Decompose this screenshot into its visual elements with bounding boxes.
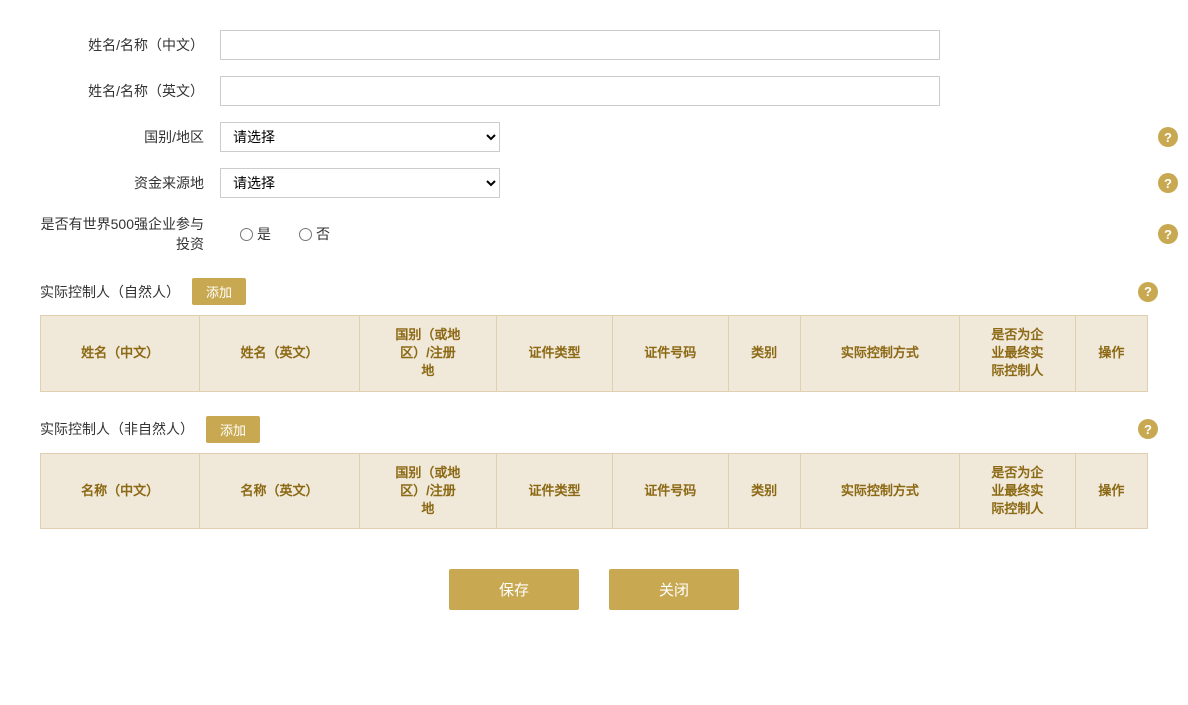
col2-name-cn: 名称（中文） <box>41 453 200 529</box>
non-natural-person-table-header-row: 名称（中文） 名称（英文） 国别（或地区）/注册地 证件类型 证件号码 类别 实… <box>41 453 1148 529</box>
col2-operation: 操作 <box>1075 453 1147 529</box>
non-natural-person-table: 名称（中文） 名称（英文） 国别（或地区）/注册地 证件类型 证件号码 类别 实… <box>40 453 1148 530</box>
bottom-buttons: 保存 关闭 <box>40 569 1148 610</box>
radio-no-label[interactable]: 否 <box>299 224 330 244</box>
col-name-cn: 姓名（中文） <box>41 316 200 392</box>
natural-person-table: 姓名（中文） 姓名（英文） 国别（或地区）/注册地 证件类型 证件号码 类别 实… <box>40 315 1148 392</box>
close-button[interactable]: 关闭 <box>609 569 739 610</box>
radio-yes[interactable] <box>240 228 253 241</box>
non-natural-person-section: 实际控制人（非自然人） 添加 ? 名称（中文） 名称（英文） 国别（或地区）/注… <box>40 416 1148 530</box>
col2-control-method: 实际控制方式 <box>800 453 959 529</box>
non-natural-person-add-button[interactable]: 添加 <box>206 416 260 443</box>
save-button[interactable]: 保存 <box>449 569 579 610</box>
form-container: 姓名/名称（中文） 姓名/名称（英文） 国别/地区 请选择 ? 资金来源地 请选… <box>40 30 1148 610</box>
col2-name-en: 名称（英文） <box>200 453 359 529</box>
natural-person-section: 实际控制人（自然人） 添加 ? 姓名（中文） 姓名（英文） 国别（或地区）/注册… <box>40 278 1148 392</box>
natural-person-title: 实际控制人（自然人） <box>40 282 180 302</box>
name-cn-label: 姓名/名称（中文） <box>40 35 220 55</box>
natural-person-table-header-row: 姓名（中文） 姓名（英文） 国别（或地区）/注册地 证件类型 证件号码 类别 实… <box>41 316 1148 392</box>
col2-cert-type: 证件类型 <box>497 453 613 529</box>
fortune500-label: 是否有世界500强企业参与投资 <box>40 214 220 254</box>
fund-source-help-icon[interactable]: ? <box>1158 173 1178 193</box>
non-natural-person-header: 实际控制人（非自然人） 添加 ? <box>40 416 1148 443</box>
fortune500-help-icon[interactable]: ? <box>1158 224 1178 244</box>
col-operation: 操作 <box>1075 316 1147 392</box>
non-natural-person-title: 实际控制人（非自然人） <box>40 419 194 439</box>
country-label: 国别/地区 <box>40 127 220 147</box>
country-row: 国别/地区 请选择 ? <box>40 122 1148 152</box>
col2-country: 国别（或地区）/注册地 <box>359 453 497 529</box>
col-final-controller: 是否为企业最终实际控制人 <box>960 316 1076 392</box>
fund-source-label: 资金来源地 <box>40 173 220 193</box>
col-cert-type: 证件类型 <box>497 316 613 392</box>
fortune500-row: 是否有世界500强企业参与投资 是 否 ? <box>40 214 1148 254</box>
natural-person-header: 实际控制人（自然人） 添加 ? <box>40 278 1148 305</box>
country-help-icon[interactable]: ? <box>1158 127 1178 147</box>
col2-cert-no: 证件号码 <box>612 453 728 529</box>
name-en-label: 姓名/名称（英文） <box>40 81 220 101</box>
fund-source-row: 资金来源地 请选择 ? <box>40 168 1148 198</box>
radio-yes-text: 是 <box>257 224 271 244</box>
radio-yes-label[interactable]: 是 <box>240 224 271 244</box>
non-natural-person-help-icon[interactable]: ? <box>1138 419 1158 439</box>
name-en-input[interactable] <box>220 76 940 106</box>
basic-info-section: 姓名/名称（中文） 姓名/名称（英文） 国别/地区 请选择 ? 资金来源地 请选… <box>40 30 1148 254</box>
natural-person-help-icon[interactable]: ? <box>1138 282 1158 302</box>
col-cert-no: 证件号码 <box>612 316 728 392</box>
col2-category: 类别 <box>728 453 800 529</box>
col-country: 国别（或地区）/注册地 <box>359 316 497 392</box>
radio-no-text: 否 <box>316 224 330 244</box>
name-cn-row: 姓名/名称（中文） <box>40 30 1148 60</box>
fortune500-radio-group: 是 否 <box>220 224 330 244</box>
fund-source-select[interactable]: 请选择 <box>220 168 500 198</box>
col2-final-controller: 是否为企业最终实际控制人 <box>960 453 1076 529</box>
country-select[interactable]: 请选择 <box>220 122 500 152</box>
col-name-en: 姓名（英文） <box>200 316 359 392</box>
col-category: 类别 <box>728 316 800 392</box>
name-en-row: 姓名/名称（英文） <box>40 76 1148 106</box>
col-control-method: 实际控制方式 <box>800 316 959 392</box>
natural-person-add-button[interactable]: 添加 <box>192 278 246 305</box>
radio-no[interactable] <box>299 228 312 241</box>
name-cn-input[interactable] <box>220 30 940 60</box>
